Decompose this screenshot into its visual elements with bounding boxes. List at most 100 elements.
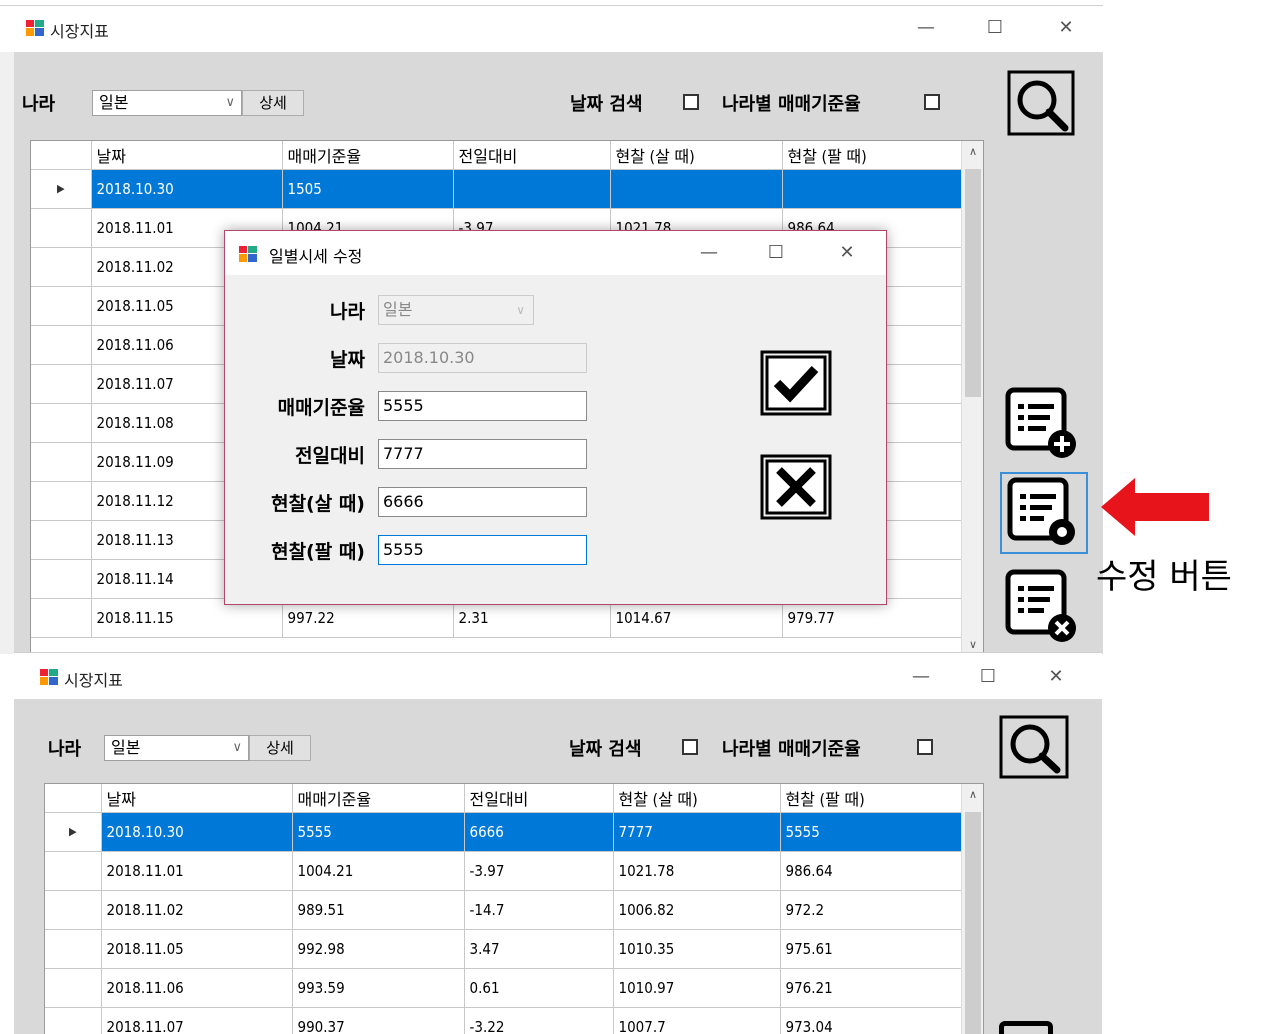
table-cell[interactable]: 973.04: [780, 1007, 962, 1034]
date-search-checkbox[interactable]: [683, 94, 699, 110]
search-button[interactable]: [1007, 70, 1075, 136]
scrollbar-thumb[interactable]: [965, 169, 981, 397]
country-select[interactable]: 일본 ∨: [104, 735, 249, 761]
row-header[interactable]: [31, 364, 92, 404]
maximize-icon[interactable]: ☐: [764, 241, 788, 265]
table-cell[interactable]: 2018.10.30: [91, 169, 283, 209]
row-header[interactable]: [31, 598, 92, 638]
column-header[interactable]: 현찰 (팔 때): [780, 784, 962, 813]
detail-button[interactable]: 상세: [242, 90, 304, 116]
table-cell[interactable]: 5555: [780, 812, 962, 852]
table-cell[interactable]: 1010.35: [613, 929, 781, 969]
row-header[interactable]: ▶: [45, 812, 102, 852]
close-icon[interactable]: ✕: [835, 241, 859, 265]
table-cell[interactable]: -14.7: [464, 890, 614, 930]
table-cell[interactable]: 1006.82: [613, 890, 781, 930]
edit-button[interactable]: [1000, 472, 1088, 554]
column-header[interactable]: 전일대비: [453, 141, 611, 170]
table-row[interactable]: 2018.11.05 992.98 3.47 1010.35 975.61: [45, 929, 962, 969]
close-icon[interactable]: ✕: [1054, 16, 1078, 40]
table-cell[interactable]: -3.97: [464, 851, 614, 891]
table-cell[interactable]: 1505: [282, 169, 454, 209]
confirm-button[interactable]: [759, 349, 833, 417]
table-cell[interactable]: 0.61: [464, 968, 614, 1008]
row-header[interactable]: [31, 520, 92, 560]
rates-grid[interactable]: 날짜 매매기준율 전일대비 현찰 (살 때) 현찰 (팔 때) ▶ 2018.10…: [44, 783, 984, 1034]
row-header[interactable]: [31, 481, 92, 521]
delete-button[interactable]: [1002, 564, 1084, 648]
table-cell[interactable]: 2018.11.01: [101, 851, 293, 891]
minimize-icon[interactable]: —: [914, 16, 938, 40]
table-cell[interactable]: 6666: [464, 812, 614, 852]
row-header[interactable]: [45, 851, 102, 891]
close-icon[interactable]: ✕: [1044, 665, 1068, 689]
row-header[interactable]: [45, 1007, 102, 1034]
table-cell[interactable]: 986.64: [780, 851, 962, 891]
column-header[interactable]: 매매기준율: [282, 141, 454, 170]
cancel-button[interactable]: [759, 453, 833, 521]
table-cell[interactable]: 3.47: [464, 929, 614, 969]
dialog-cash-buy-input[interactable]: 6666: [378, 487, 587, 517]
column-header[interactable]: 현찰 (살 때): [613, 784, 781, 813]
row-header[interactable]: [31, 286, 92, 326]
table-cell[interactable]: 1007.7: [613, 1007, 781, 1034]
table-cell[interactable]: 2018.11.05: [101, 929, 293, 969]
row-header[interactable]: [31, 247, 92, 287]
scroll-down-icon[interactable]: ∨: [962, 638, 983, 651]
table-row[interactable]: 2018.11.06 993.59 0.61 1010.97 976.21: [45, 968, 962, 1008]
vertical-scrollbar[interactable]: ∧: [961, 784, 983, 1034]
scroll-up-icon[interactable]: ∧: [962, 145, 983, 158]
column-header[interactable]: 전일대비: [464, 784, 614, 813]
table-cell[interactable]: 993.59: [292, 968, 465, 1008]
table-row[interactable]: 2018.11.07 990.37 -3.22 1007.7 973.04: [45, 1007, 962, 1034]
add-button[interactable]: [997, 1017, 1059, 1034]
table-cell[interactable]: 5555: [292, 812, 465, 852]
table-cell[interactable]: 2018.11.07: [101, 1007, 293, 1034]
table-cell[interactable]: 1010.97: [613, 968, 781, 1008]
row-header[interactable]: [31, 403, 92, 443]
table-cell[interactable]: 2018.10.30: [101, 812, 293, 852]
date-search-checkbox[interactable]: [682, 739, 698, 755]
table-cell[interactable]: [610, 169, 783, 209]
per-country-checkbox[interactable]: [924, 94, 940, 110]
dialog-rate-input[interactable]: 5555: [378, 391, 587, 421]
column-header[interactable]: 날짜: [91, 141, 283, 170]
table-row[interactable]: ▶ 2018.10.30 5555 6666 7777 5555: [45, 812, 962, 852]
table-cell[interactable]: 1004.21: [292, 851, 465, 891]
maximize-icon[interactable]: ☐: [983, 16, 1007, 40]
search-button[interactable]: [999, 715, 1069, 779]
row-header[interactable]: [45, 890, 102, 930]
add-button[interactable]: [1002, 382, 1084, 464]
country-select[interactable]: 일본 ∨: [92, 90, 242, 116]
table-row[interactable]: 2018.11.02 989.51 -14.7 1006.82 972.2: [45, 890, 962, 930]
table-cell[interactable]: 2018.11.06: [101, 968, 293, 1008]
row-header[interactable]: [31, 208, 92, 248]
column-header[interactable]: 날짜: [101, 784, 293, 813]
table-cell[interactable]: [453, 169, 611, 209]
row-header[interactable]: [31, 442, 92, 482]
row-header[interactable]: [31, 325, 92, 365]
table-row[interactable]: 2018.11.01 1004.21 -3.97 1021.78 986.64: [45, 851, 962, 891]
table-cell[interactable]: -3.22: [464, 1007, 614, 1034]
vertical-scrollbar[interactable]: ∧ ∨: [961, 141, 983, 654]
row-header[interactable]: [45, 929, 102, 969]
dialog-cash-sell-input[interactable]: 5555: [378, 535, 587, 565]
detail-button[interactable]: 상세: [249, 735, 311, 761]
scroll-up-icon[interactable]: ∧: [962, 788, 983, 801]
table-cell[interactable]: 1021.78: [613, 851, 781, 891]
table-cell[interactable]: 976.21: [780, 968, 962, 1008]
table-cell[interactable]: 989.51: [292, 890, 465, 930]
row-header[interactable]: ▶: [31, 169, 92, 209]
table-row[interactable]: ▶ 2018.10.30 1505: [31, 169, 962, 209]
table-cell[interactable]: [782, 169, 962, 209]
row-header[interactable]: [45, 968, 102, 1008]
table-cell[interactable]: 2018.11.02: [101, 890, 293, 930]
table-cell[interactable]: 7777: [613, 812, 781, 852]
maximize-icon[interactable]: ☐: [976, 665, 1000, 689]
scrollbar-thumb[interactable]: [965, 812, 981, 1034]
table-cell[interactable]: 975.61: [780, 929, 962, 969]
table-cell[interactable]: 990.37: [292, 1007, 465, 1034]
table-cell[interactable]: 972.2: [780, 890, 962, 930]
minimize-icon[interactable]: —: [697, 241, 721, 265]
table-cell[interactable]: 992.98: [292, 929, 465, 969]
